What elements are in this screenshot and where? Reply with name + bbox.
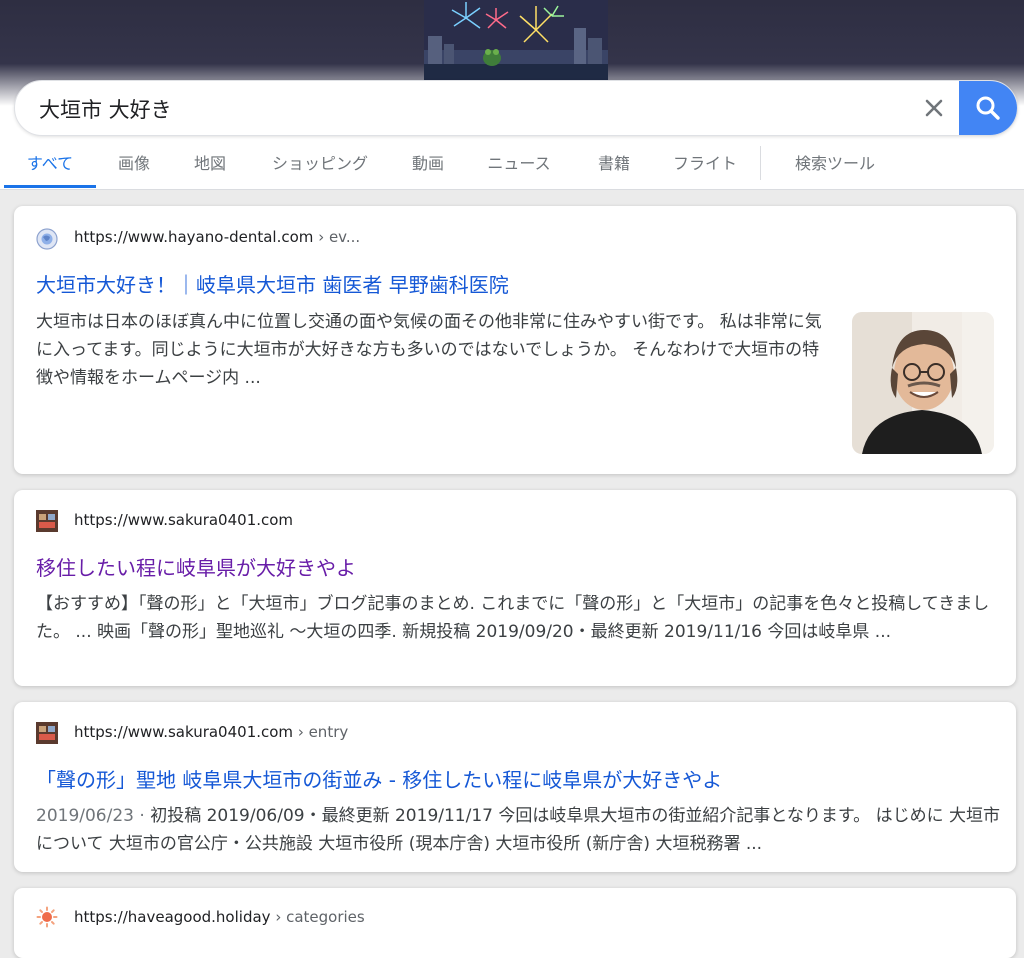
search-result-card: https://www.sakura0401.com 移住したい程に岐阜県が大好… [14, 490, 1016, 686]
active-tab-indicator [4, 185, 96, 188]
fireworks-doodle-icon [424, 0, 608, 80]
search-bar [14, 80, 1018, 136]
search-result-card: https://haveagood.holiday › categories [14, 888, 1016, 958]
result-snippet: 【おすすめ】「聲の形」と「大垣市」ブログ記事のまとめ. これまでに「聲の形」と「… [36, 594, 990, 642]
search-result-card: https://www.sakura0401.com › entry 「聲の形」… [14, 702, 1016, 872]
result-url: https://www.sakura0401.com [74, 511, 293, 529]
close-icon [925, 99, 943, 117]
result-url: https://www.sakura0401.com › entry [74, 723, 348, 741]
search-input[interactable] [37, 81, 901, 135]
site-thumbnail-icon [36, 722, 58, 744]
tab-maps[interactable]: 地図 [186, 140, 234, 189]
result-date: 2019/06/23 · [36, 806, 151, 826]
result-thumbnail[interactable] [852, 312, 994, 454]
result-title-link[interactable]: 大垣市大好き！｜岐阜県大垣市 歯医者 早野歯科医院 [36, 269, 509, 298]
sun-icon [36, 906, 58, 928]
result-snippet: 大垣市は日本のほぼ真ん中に位置し交通の面や気候の面その他非常に住みやすい街です。… [36, 312, 822, 388]
result-title-link[interactable]: 「聲の形」聖地 岐阜県大垣市の街並み - 移住したい程に岐阜県が大好きやよ [36, 764, 722, 793]
search-result-card: https://www.hayano-dental.com › ev... 大垣… [14, 206, 1016, 474]
result-url-text: https://www.sakura0401.com [74, 511, 294, 529]
tab-flights[interactable]: フライト [666, 140, 744, 189]
search-button[interactable] [959, 81, 1017, 135]
search-icon [976, 96, 1000, 120]
result-url-text: https://haveagood.holiday [74, 908, 271, 926]
result-url: https://www.hayano-dental.com › ev... [74, 228, 360, 246]
tab-all[interactable]: すべて [4, 140, 96, 189]
site-thumbnail-icon [36, 510, 58, 532]
tab-shopping[interactable]: ショッピング [264, 140, 376, 189]
tab-divider [760, 146, 761, 180]
result-url-text: https://www.sakura0401.com [74, 723, 294, 741]
result-snippet-text: 初投稿 2019/06/09・最終更新 2019/11/17 今回は岐阜県大垣市… [36, 806, 1000, 854]
result-breadcrumb: › categories [270, 908, 365, 926]
result-url: https://haveagood.holiday › categories [74, 908, 365, 926]
result-snippet: 2019/06/23 · 初投稿 2019/06/09・最終更新 2019/11… [36, 802, 1002, 858]
globe-icon [36, 228, 58, 250]
result-title-link[interactable]: 移住したい程に岐阜県が大好きやよ [36, 552, 356, 581]
google-doodle[interactable] [424, 0, 608, 80]
tab-videos[interactable]: 動画 [404, 140, 452, 189]
tab-search-tools[interactable]: 検索ツール [786, 140, 884, 189]
person-photo-icon [852, 312, 994, 454]
search-tabs: すべて 画像 地図 ショッピング 動画 ニュース 書籍 フライト 検索ツール [0, 140, 1024, 190]
result-breadcrumb: › ev... [313, 228, 361, 246]
result-url-text: https://www.hayano-dental.com [74, 228, 314, 246]
tab-images[interactable]: 画像 [110, 140, 158, 189]
result-breadcrumb: › entry [293, 723, 349, 741]
tab-books[interactable]: 書籍 [590, 140, 638, 189]
clear-search-button[interactable] [913, 87, 955, 129]
tab-news[interactable]: ニュース [480, 140, 558, 189]
